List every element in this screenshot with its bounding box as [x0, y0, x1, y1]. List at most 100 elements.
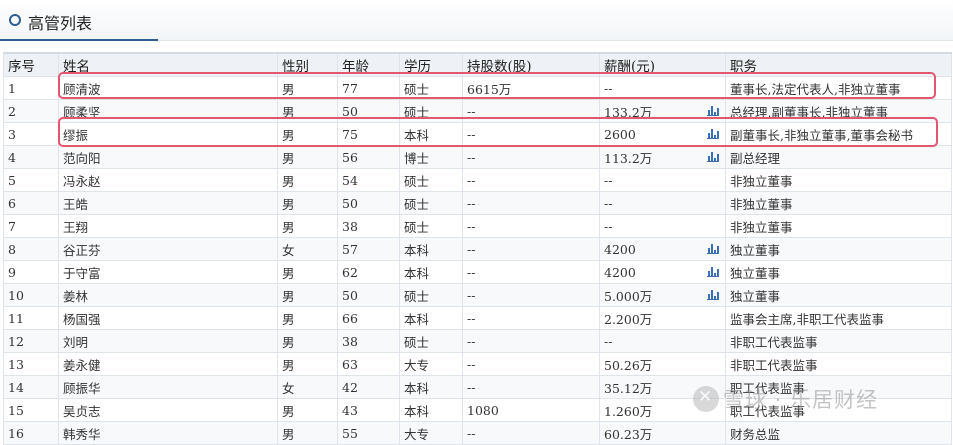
cell-shares-text: --	[467, 218, 476, 234]
bar-chart-icon[interactable]	[707, 151, 719, 162]
cell-age: 66	[337, 306, 400, 330]
cell-name[interactable]: 吴贞志	[58, 398, 278, 422]
cell-shares-text: --	[467, 333, 476, 349]
cell-shares: --	[462, 168, 600, 192]
cell-position: 非独立董事	[725, 168, 952, 192]
cell-name-text: 冯永赵	[63, 173, 101, 189]
cell-no: 11	[3, 306, 59, 330]
cell-salary: 113.2万	[599, 145, 726, 169]
cell-age-text: 56	[342, 149, 358, 165]
table-row[interactable]: 8 谷正芬 女 57 本科 -- 4200 独立董事	[3, 237, 952, 261]
cell-shares-text: --	[467, 310, 476, 326]
cell-salary-text: --	[604, 172, 613, 188]
cell-no: 14	[3, 375, 59, 399]
table-row[interactable]: 4 范向阳 男 56 博士 -- 113.2万 副总经理	[3, 145, 952, 169]
cell-age: 62	[337, 260, 400, 284]
cell-no-text: 6	[8, 195, 16, 211]
cell-education-text: 大专	[404, 426, 430, 442]
cell-salary-text: 60.23万	[604, 426, 653, 442]
cell-name[interactable]: 顾振华	[58, 375, 278, 399]
cell-shares-text: --	[467, 287, 476, 303]
cell-gender: 男	[277, 421, 338, 445]
cell-age: 38	[337, 214, 400, 238]
cell-no-text: 12	[8, 333, 24, 349]
cell-name[interactable]: 韩秀华	[58, 421, 278, 445]
cell-age-text: 42	[342, 379, 358, 395]
cell-no-text: 13	[8, 356, 24, 372]
cell-education: 硕士	[399, 329, 463, 353]
cell-name[interactable]: 姜永健	[58, 352, 278, 376]
cell-shares: --	[462, 145, 600, 169]
cell-no: 3	[3, 122, 59, 146]
cell-gender: 男	[277, 398, 338, 422]
cell-age: 57	[337, 237, 400, 261]
cell-name-text: 谷正芬	[63, 242, 101, 258]
cell-salary-text: 4200	[604, 241, 636, 257]
cell-position: 独立董事	[725, 237, 952, 261]
cell-position-text: 非独立董事	[730, 173, 793, 189]
cell-education: 硕士	[399, 168, 463, 192]
cell-shares: --	[462, 191, 600, 215]
table-row[interactable]: 5 冯永赵 男 54 硕士 -- -- 非独立董事	[3, 168, 952, 192]
cell-shares-text: --	[467, 195, 476, 211]
bar-chart-icon[interactable]	[707, 243, 719, 254]
cell-name[interactable]: 刘明	[58, 329, 278, 353]
table-row[interactable]: 12 刘明 男 38 硕士 -- -- 非职工代表监事	[3, 329, 952, 353]
cell-shares: 1080	[462, 398, 600, 422]
cell-name[interactable]: 谷正芬	[58, 237, 278, 261]
cell-education-text: 硕士	[404, 334, 430, 350]
cell-salary: 50.26万	[599, 352, 726, 376]
cell-gender-text: 男	[282, 334, 295, 350]
cell-name[interactable]: 范向阳	[58, 145, 278, 169]
cell-no: 5	[3, 168, 59, 192]
column-header-no: 序号	[3, 52, 59, 77]
table-row[interactable]: 9 于守富 男 62 本科 -- 4200 独立董事	[3, 260, 952, 284]
cell-gender: 男	[277, 214, 338, 238]
cell-no: 2	[3, 99, 59, 123]
bar-chart-icon[interactable]	[707, 289, 719, 300]
header-underline	[0, 39, 158, 41]
cell-position-text: 独立董事	[730, 288, 781, 304]
cell-no-text: 10	[8, 287, 24, 303]
cell-gender: 男	[277, 191, 338, 215]
bar-chart-icon[interactable]	[707, 266, 719, 277]
cell-education: 本科	[399, 237, 463, 261]
cell-name[interactable]: 姜林	[58, 283, 278, 307]
cell-gender: 男	[277, 283, 338, 307]
cell-shares-text: --	[467, 356, 476, 372]
cell-salary: --	[599, 329, 726, 353]
cell-name-text: 顾振华	[63, 380, 101, 396]
watermark-logo-icon	[693, 386, 719, 412]
cell-education: 本科	[399, 306, 463, 330]
table-row[interactable]: 7 王翔 男 38 硕士 -- -- 非独立董事	[3, 214, 952, 238]
cell-shares-text: --	[467, 172, 476, 188]
cell-gender-text: 男	[282, 426, 295, 442]
cell-age-text: 55	[342, 425, 358, 441]
cell-position: 副总经理	[725, 145, 952, 169]
bar-chart-icon[interactable]	[707, 105, 719, 116]
cell-education-text: 本科	[404, 403, 430, 419]
cell-age: 55	[337, 421, 400, 445]
cell-name[interactable]: 于守富	[58, 260, 278, 284]
table-row[interactable]: 16 韩秀华 男 55 大专 -- 60.23万 财务总监	[3, 421, 952, 445]
cell-salary-text: 4200	[604, 264, 636, 280]
table-row[interactable]: 13 姜永健 男 63 大专 -- 50.26万 非职工代表监事	[3, 352, 952, 376]
table-row[interactable]: 11 杨国强 男 66 本科 -- 2.200万 监事会主席,非职工代表监事	[3, 306, 952, 330]
cell-position: 财务总监	[725, 421, 952, 445]
cell-salary: 4200	[599, 260, 726, 284]
cell-shares: --	[462, 352, 600, 376]
cell-name[interactable]: 王翔	[58, 214, 278, 238]
cell-name[interactable]: 王皓	[58, 191, 278, 215]
table-row[interactable]: 10 姜林 男 50 硕士 -- 5.000万 独立董事	[3, 283, 952, 307]
cell-position: 非独立董事	[725, 214, 952, 238]
cell-salary: 60.23万	[599, 421, 726, 445]
cell-name[interactable]: 杨国强	[58, 306, 278, 330]
cell-gender-text: 男	[282, 173, 295, 189]
cell-education-text: 硕士	[404, 288, 430, 304]
table-row[interactable]: 6 王皓 男 50 硕士 -- -- 非独立董事	[3, 191, 952, 215]
cell-age: 63	[337, 352, 400, 376]
cell-position-text: 监事会主席,非职工代表监事	[730, 311, 884, 327]
cell-gender: 男	[277, 145, 338, 169]
cell-name[interactable]: 冯永赵	[58, 168, 278, 192]
cell-salary-text: 1.260万	[604, 403, 653, 419]
